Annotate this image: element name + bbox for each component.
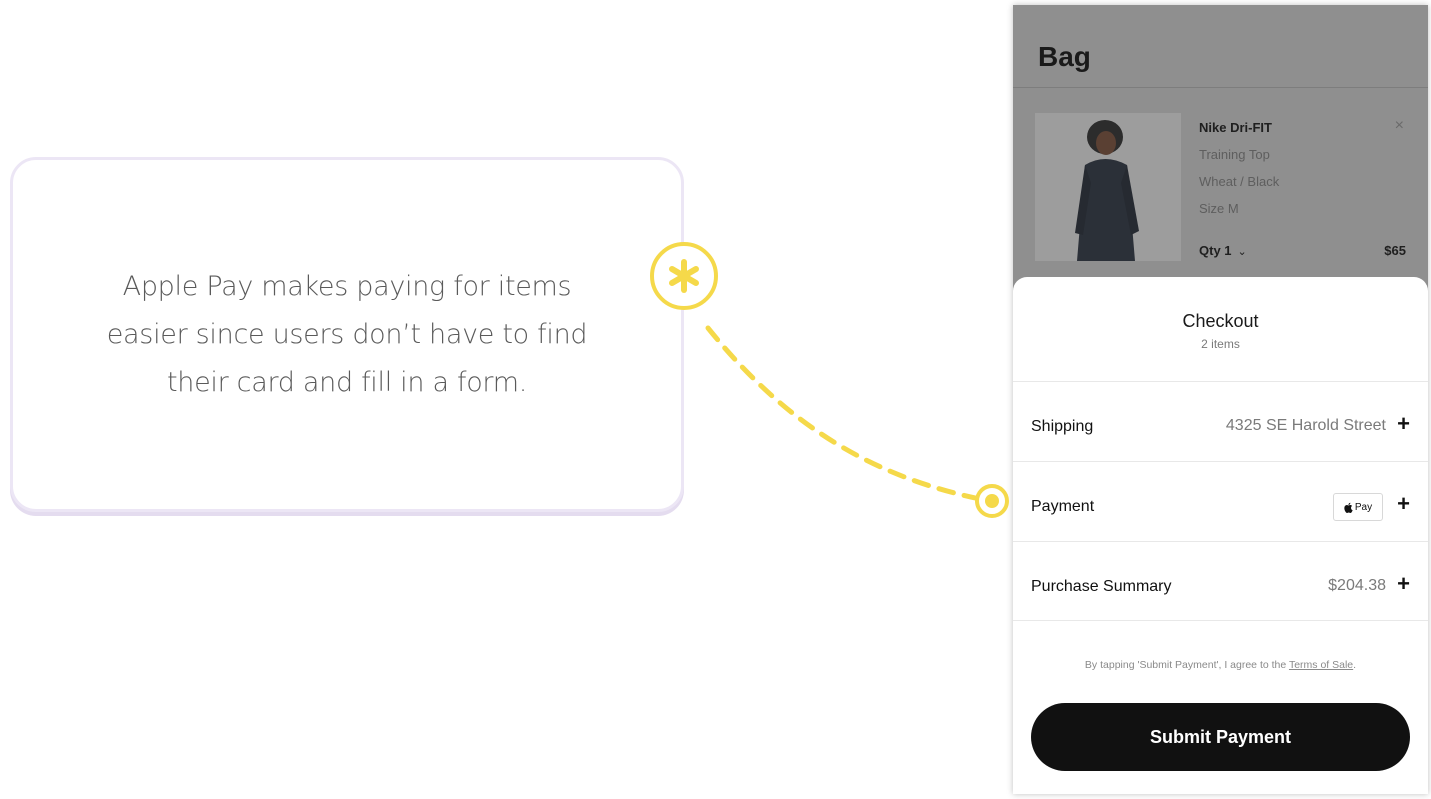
close-icon[interactable]: × bbox=[1395, 117, 1404, 135]
annotation-card: Apple Pay makes paying for items easier … bbox=[10, 157, 684, 512]
terms-of-sale-link[interactable]: Terms of Sale bbox=[1289, 659, 1353, 671]
bag-overlay: Bag Nike Dri-FIT Training Top Wheat / Bl… bbox=[1013, 5, 1428, 295]
plus-icon[interactable]: + bbox=[1397, 492, 1410, 516]
plus-icon[interactable]: + bbox=[1397, 572, 1410, 596]
apple-pay-text: Pay bbox=[1354, 501, 1373, 513]
checkout-sheet: Checkout 2 items Shipping 4325 SE Harold… bbox=[1013, 277, 1428, 794]
product-image[interactable] bbox=[1035, 113, 1181, 261]
legal-suffix: . bbox=[1353, 659, 1357, 671]
payment-row[interactable]: Payment Pay + bbox=[1013, 461, 1428, 541]
shipping-row[interactable]: Shipping 4325 SE Harold Street + bbox=[1013, 381, 1428, 461]
checkout-title: Checkout bbox=[1182, 311, 1259, 331]
shipping-label: Shipping bbox=[1031, 418, 1094, 435]
payment-label: Payment bbox=[1031, 498, 1095, 515]
apple-pay-badge: Pay bbox=[1333, 493, 1383, 521]
chevron-down-icon: ⌄ bbox=[1237, 246, 1247, 258]
product-color: Wheat / Black bbox=[1199, 174, 1280, 189]
target-dot-icon bbox=[975, 484, 1009, 518]
product-model-illustration bbox=[1035, 113, 1181, 261]
checkout-item-count: 2 items bbox=[1201, 337, 1240, 351]
bag-divider bbox=[1013, 87, 1428, 88]
product-price: $65 bbox=[1384, 243, 1406, 258]
quantity-label: Qty 1 bbox=[1199, 243, 1232, 258]
product-description: Training Top bbox=[1199, 147, 1270, 162]
plus-icon[interactable]: + bbox=[1397, 412, 1410, 436]
purchase-summary-label: Purchase Summary bbox=[1031, 578, 1172, 595]
product-size: Size M bbox=[1199, 201, 1239, 216]
product-name[interactable]: Nike Dri-FIT bbox=[1199, 120, 1272, 135]
legal-notice: By tapping 'Submit Payment', I agree to … bbox=[1013, 659, 1428, 671]
purchase-total: $204.38 bbox=[1328, 577, 1386, 594]
checkout-screen: Bag Nike Dri-FIT Training Top Wheat / Bl… bbox=[1013, 5, 1428, 794]
apple-icon bbox=[1344, 502, 1353, 513]
submit-payment-button[interactable]: Submit Payment bbox=[1031, 703, 1410, 771]
purchase-summary-row[interactable]: Purchase Summary $204.38 + bbox=[1013, 541, 1428, 621]
quantity-selector[interactable]: Qty 1 ⌄ bbox=[1199, 243, 1247, 258]
annotation-text: Apple Pay makes paying for items easier … bbox=[106, 270, 588, 398]
legal-prefix: By tapping 'Submit Payment', I agree to … bbox=[1084, 659, 1289, 671]
bag-title: Bag bbox=[1038, 41, 1091, 72]
dashed-connector-line bbox=[705, 325, 993, 504]
shipping-address: 4325 SE Harold Street bbox=[1225, 417, 1386, 434]
